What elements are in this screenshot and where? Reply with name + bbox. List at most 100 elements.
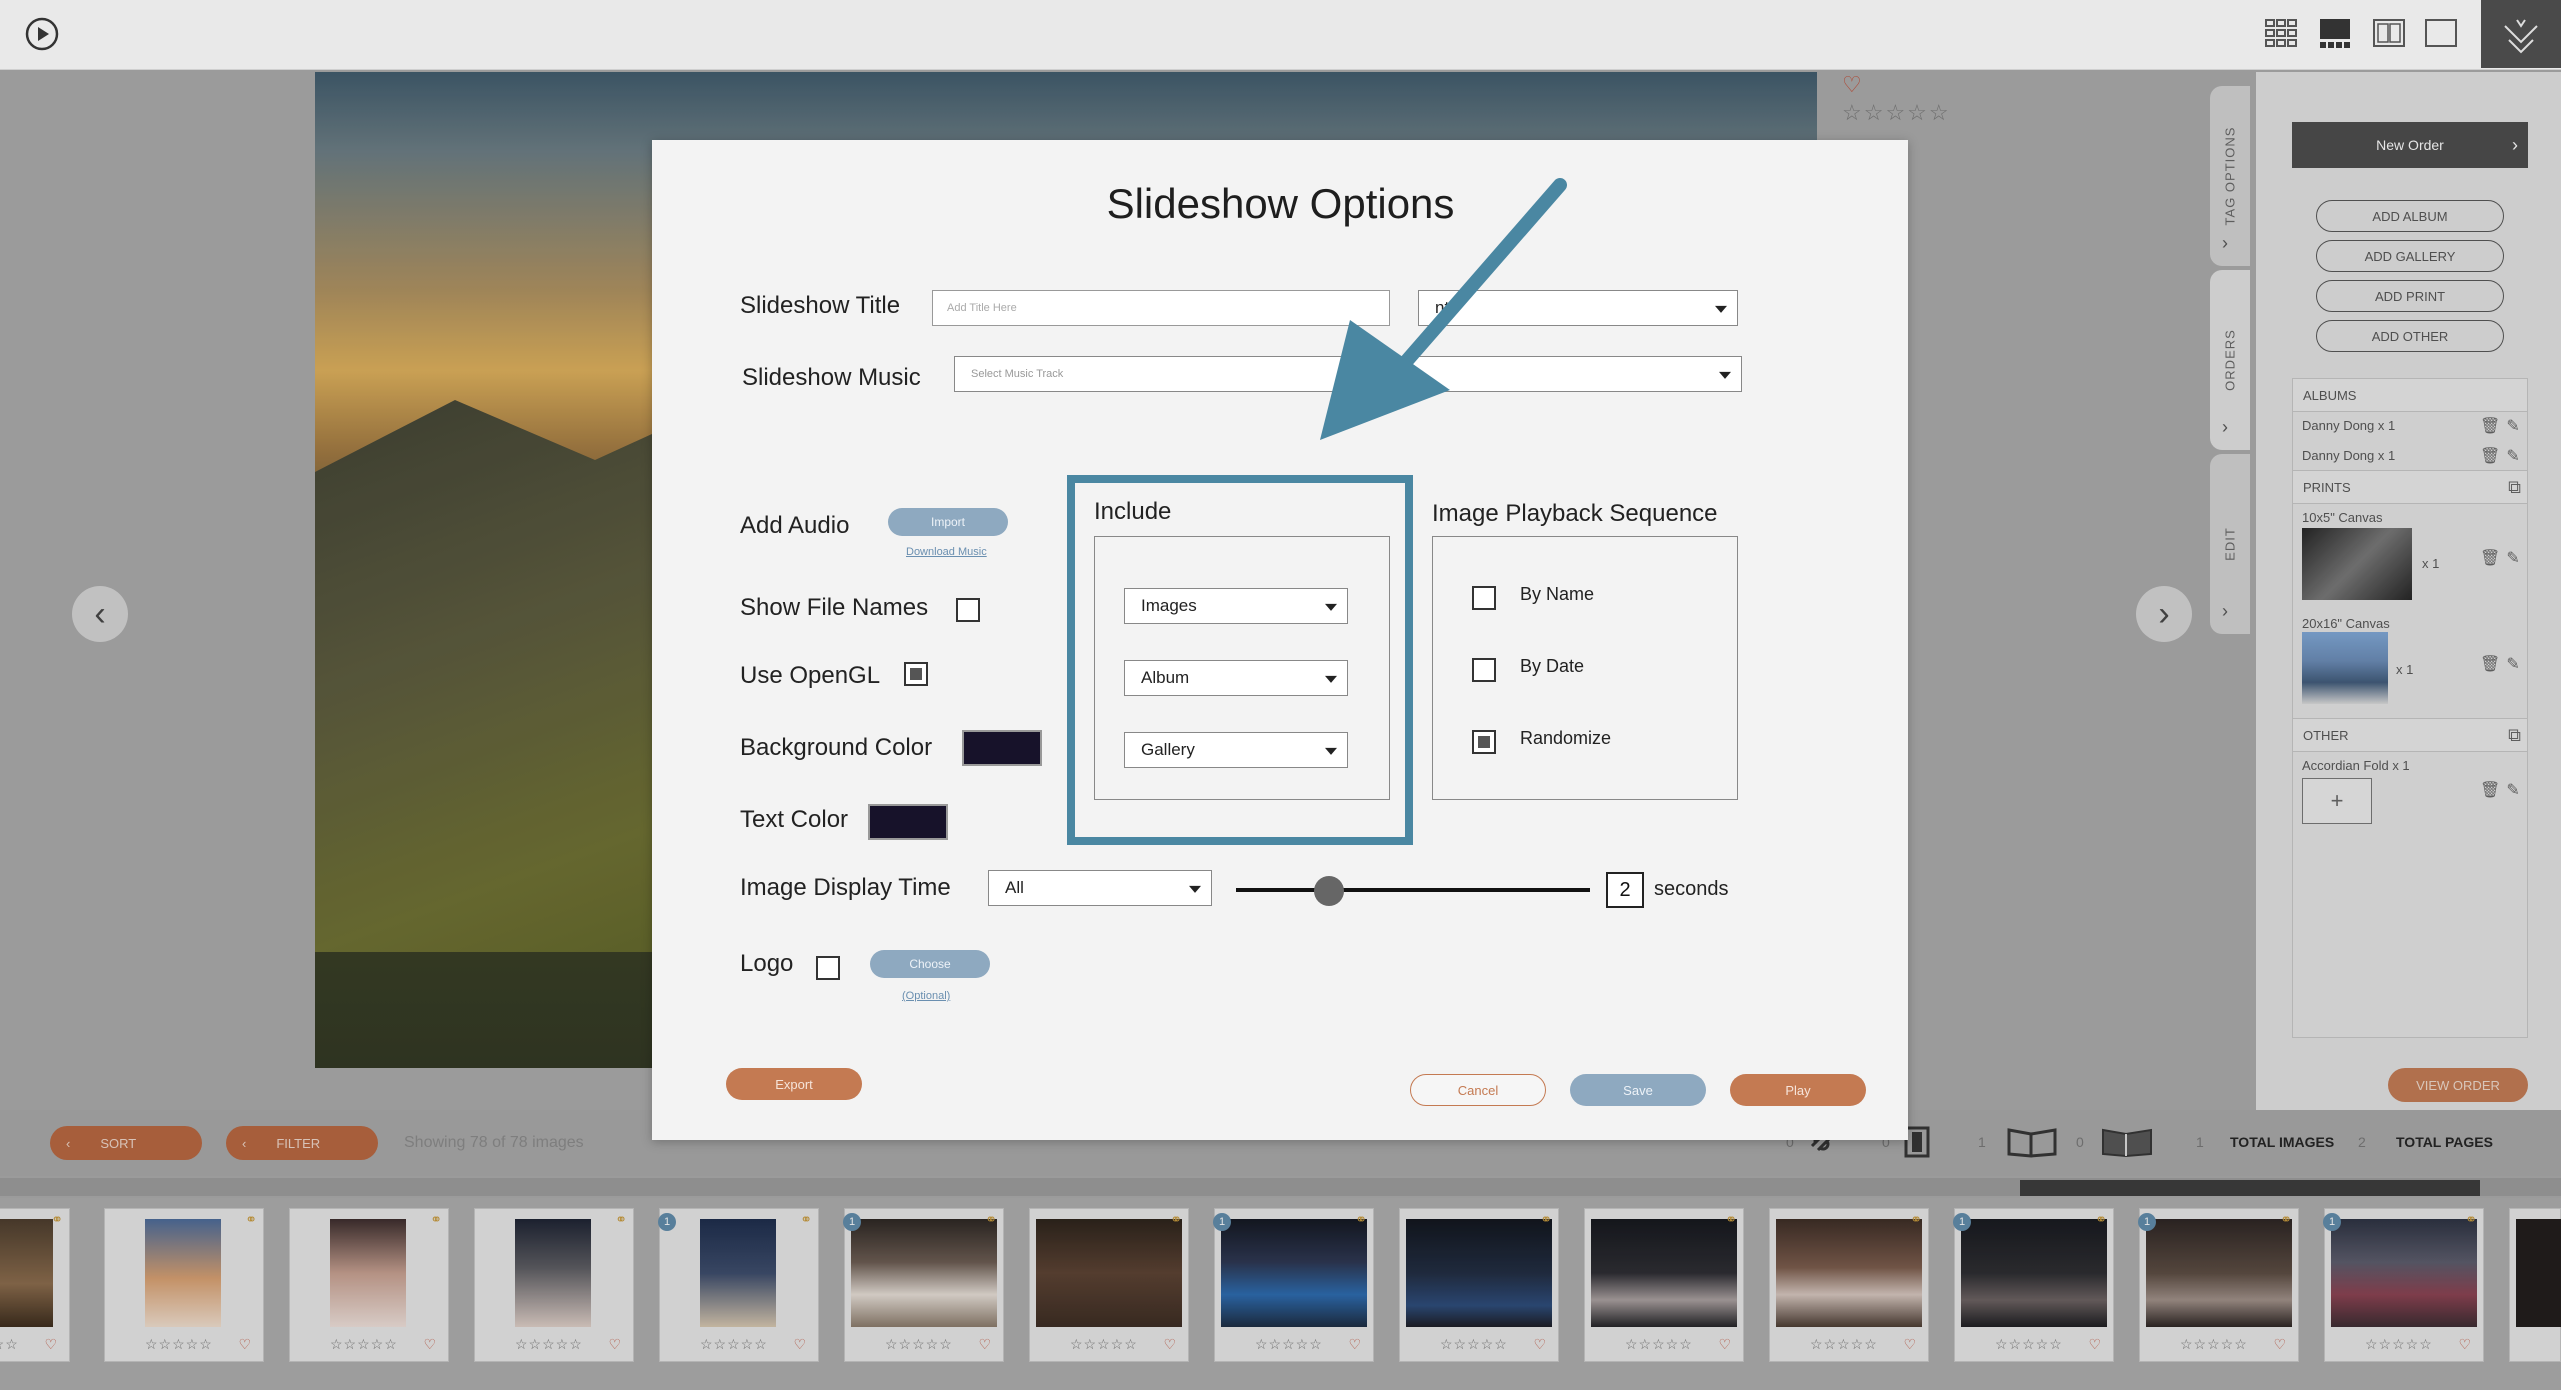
film-thumbnail[interactable]: ☆☆☆☆☆ ♡ ⚭ xyxy=(1584,1208,1744,1362)
show-file-names-checkbox[interactable] xyxy=(956,598,980,622)
background-color-swatch[interactable] xyxy=(962,730,1042,766)
choose-logo-button[interactable]: Choose xyxy=(870,950,990,978)
external-link-icon[interactable]: ⧉ xyxy=(2508,477,2521,498)
play-circle-icon[interactable] xyxy=(24,16,60,52)
filter-button[interactable]: ‹ FILTER xyxy=(226,1126,378,1160)
include-gallery-select[interactable]: Gallery xyxy=(1124,732,1348,768)
star-rating[interactable]: ☆☆☆☆☆ xyxy=(2365,1336,2433,1353)
favorite-heart-icon[interactable]: ♡ xyxy=(1163,1336,1176,1353)
external-link-icon[interactable]: ⧉ xyxy=(2508,725,2521,746)
film-thumbnail[interactable] xyxy=(2509,1208,2561,1362)
tab-tag-options[interactable]: TAG OPTIONS › xyxy=(2210,86,2250,266)
download-music-link[interactable]: Download Music xyxy=(906,546,987,558)
add-item-button[interactable]: + xyxy=(2302,778,2372,824)
open-book-icon[interactable] xyxy=(2006,1124,2058,1158)
star-rating[interactable]: ☆☆☆☆☆ xyxy=(145,1336,213,1353)
favorite-heart-icon[interactable]: ♡ xyxy=(978,1336,991,1353)
film-thumbnail[interactable]: 1 ☆☆☆☆☆ ♡ ⚭ xyxy=(1953,1208,2114,1362)
import-button[interactable]: Import xyxy=(888,508,1008,536)
new-order-button[interactable]: New Order › xyxy=(2292,122,2528,168)
favorite-heart-icon[interactable]: ♡ xyxy=(1842,72,1862,98)
by-name-checkbox[interactable] xyxy=(1472,586,1496,610)
optional-link[interactable]: (Optional) xyxy=(902,990,950,1002)
save-button[interactable]: Save xyxy=(1570,1074,1706,1106)
film-thumbnail[interactable]: ☆☆☆☆☆ ♡ ⚭ xyxy=(1399,1208,1559,1362)
star-rating[interactable]: ☆☆☆☆☆ xyxy=(1625,1336,1693,1353)
star-rating[interactable]: ☆☆☆☆☆ xyxy=(515,1336,583,1353)
favorite-heart-icon[interactable]: ♡ xyxy=(1533,1336,1546,1353)
display-time-slider[interactable] xyxy=(1236,888,1590,892)
filmstrip-view-icon[interactable] xyxy=(2318,16,2352,50)
randomize-checkbox[interactable] xyxy=(1472,730,1496,754)
by-name-label: By Name xyxy=(1520,584,1595,604)
single-view-icon[interactable] xyxy=(2424,16,2458,50)
trash-edit-icons[interactable]: 🗑✎ xyxy=(2480,654,2526,674)
film-thumbnail[interactable]: 1 ☆☆☆☆☆ ♡ ⚭ xyxy=(2323,1208,2484,1362)
favorite-heart-icon[interactable]: ♡ xyxy=(44,1336,57,1353)
star-rating[interactable]: ☆☆☆☆☆ xyxy=(330,1336,398,1353)
link-icon: ⚭ xyxy=(1170,1211,1182,1227)
by-date-checkbox[interactable] xyxy=(1472,658,1496,682)
sort-button[interactable]: ‹ SORT xyxy=(50,1126,202,1160)
film-thumbnail[interactable]: 1 ☆☆☆☆☆ ♡ ⚭ xyxy=(2138,1208,2299,1362)
text-color-swatch[interactable] xyxy=(868,804,948,840)
star-rating[interactable]: ☆☆☆☆☆ xyxy=(1255,1336,1323,1353)
tab-edit[interactable]: EDIT › xyxy=(2210,454,2250,634)
compare-view-icon[interactable] xyxy=(2372,16,2406,50)
star-rating[interactable]: ☆☆☆☆☆ xyxy=(1842,100,1951,126)
next-image-button[interactable]: › xyxy=(2136,586,2192,642)
export-button[interactable]: Export xyxy=(726,1068,862,1100)
favorite-heart-icon[interactable]: ♡ xyxy=(1718,1336,1731,1353)
tab-orders[interactable]: ORDERS › xyxy=(2210,270,2250,450)
star-rating[interactable]: ☆☆☆☆☆ xyxy=(1440,1336,1508,1353)
film-thumbnail[interactable]: ☆☆☆☆☆ ♡ ⚭ xyxy=(1029,1208,1189,1362)
favorite-heart-icon[interactable]: ♡ xyxy=(2088,1336,2101,1353)
favorite-heart-icon[interactable]: ♡ xyxy=(423,1336,436,1353)
favorite-heart-icon[interactable]: ♡ xyxy=(238,1336,251,1353)
slider-handle[interactable] xyxy=(1314,876,1344,906)
star-rating[interactable]: ☆☆☆☆☆ xyxy=(0,1336,19,1353)
playback-sequence-label: Image Playback Sequence xyxy=(1432,500,1718,527)
play-button[interactable]: Play xyxy=(1730,1074,1866,1106)
film-thumbnail[interactable]: ☆☆☆☆☆ ♡ ⚭ xyxy=(474,1208,634,1362)
star-rating[interactable]: ☆☆☆☆☆ xyxy=(700,1336,768,1353)
chevron-down-icon xyxy=(1325,603,1337,611)
grid-view-icon[interactable] xyxy=(2264,16,2298,50)
favorite-heart-icon[interactable]: ♡ xyxy=(2458,1336,2471,1353)
use-opengl-checkbox[interactable] xyxy=(904,662,928,686)
include-album-select[interactable]: Album xyxy=(1124,660,1348,696)
favorite-heart-icon[interactable]: ♡ xyxy=(793,1336,806,1353)
star-rating[interactable]: ☆☆☆☆☆ xyxy=(1070,1336,1138,1353)
trash-edit-icons[interactable]: 🗑✎ xyxy=(2480,416,2526,436)
logo-checkbox[interactable] xyxy=(816,956,840,980)
film-thumbnail[interactable]: 1 ☆☆☆☆☆ ♡ ⚭ xyxy=(843,1208,1004,1362)
star-rating[interactable]: ☆☆☆☆☆ xyxy=(1995,1336,2063,1353)
seconds-input[interactable]: 2 xyxy=(1606,872,1644,908)
film-thumbnail[interactable]: 1 ☆☆☆☆☆ ♡ ⚭ xyxy=(1213,1208,1374,1362)
add-other-button[interactable]: ADD OTHER xyxy=(2316,320,2504,352)
add-print-button[interactable]: ADD PRINT xyxy=(2316,280,2504,312)
display-time-select[interactable]: All xyxy=(988,870,1212,906)
favorite-heart-icon[interactable]: ♡ xyxy=(1348,1336,1361,1353)
film-thumbnail[interactable]: ☆☆☆☆☆ ♡ ⚭ xyxy=(289,1208,449,1362)
trash-edit-icons[interactable]: 🗑✎ xyxy=(2480,446,2526,466)
add-gallery-button[interactable]: ADD GALLERY xyxy=(2316,240,2504,272)
film-thumbnail[interactable]: ☆☆☆☆☆ ♡ ⚭ xyxy=(1769,1208,1929,1362)
album-book-icon[interactable] xyxy=(2100,1124,2154,1158)
previous-image-button[interactable]: ‹ xyxy=(72,586,128,642)
cancel-button[interactable]: Cancel xyxy=(1410,1074,1546,1106)
favorite-heart-icon[interactable]: ♡ xyxy=(608,1336,621,1353)
favorite-heart-icon[interactable]: ♡ xyxy=(2273,1336,2286,1353)
film-thumbnail[interactable]: ☆☆☆☆☆ ♡ ⚭ xyxy=(104,1208,264,1362)
trash-edit-icons[interactable]: 🗑✎ xyxy=(2480,548,2526,568)
trash-edit-icons[interactable]: 🗑✎ xyxy=(2480,780,2526,800)
film-thumbnail[interactable]: ☆☆☆☆☆ ♡ ⚭ xyxy=(0,1208,70,1362)
scrollbar-thumb[interactable] xyxy=(2020,1180,2480,1196)
view-order-button[interactable]: VIEW ORDER xyxy=(2388,1068,2528,1102)
film-thumbnail[interactable]: 1 ☆☆☆☆☆ ♡ ⚭ xyxy=(658,1208,819,1362)
favorite-heart-icon[interactable]: ♡ xyxy=(1903,1336,1916,1353)
star-rating[interactable]: ☆☆☆☆☆ xyxy=(885,1336,953,1353)
star-rating[interactable]: ☆☆☆☆☆ xyxy=(1810,1336,1878,1353)
include-images-select[interactable]: Images xyxy=(1124,588,1348,624)
star-rating[interactable]: ☆☆☆☆☆ xyxy=(2180,1336,2248,1353)
